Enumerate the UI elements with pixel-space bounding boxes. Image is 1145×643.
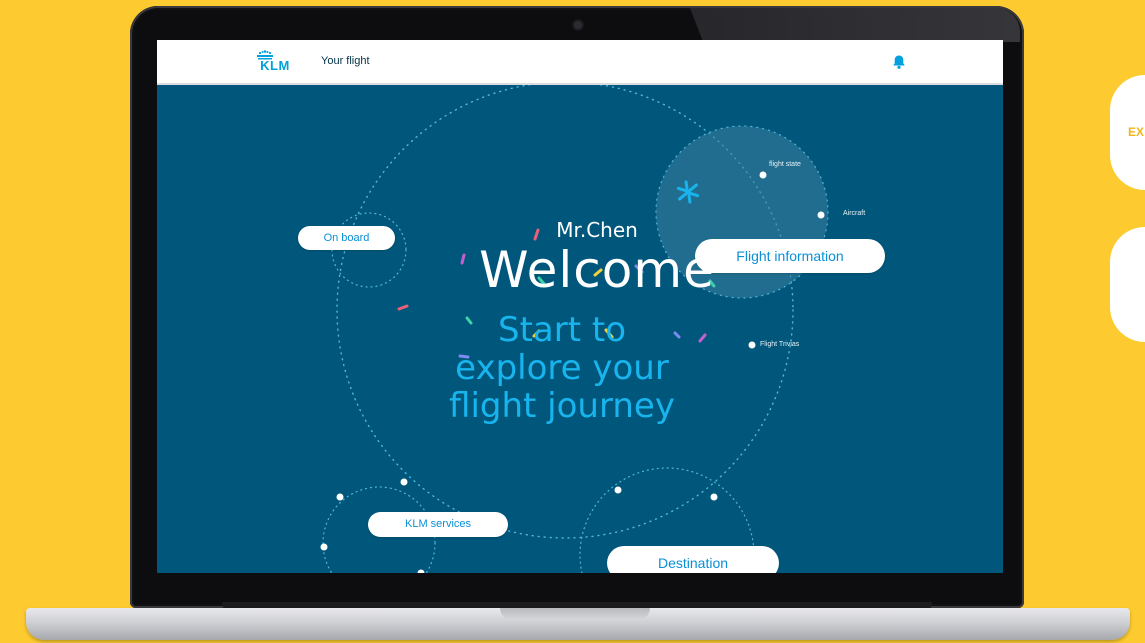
flight-state-label[interactable]: flight state [769, 161, 801, 168]
welcome-headline: Welcome [479, 241, 715, 299]
side-card-bottom[interactable] [1110, 227, 1145, 342]
klm-services-button[interactable]: KLM services [368, 512, 508, 537]
klm-logo[interactable]: KLM [254, 50, 296, 76]
tagline-line-3: flight journey [449, 386, 675, 426]
header-title: Your flight [321, 55, 370, 67]
destination-button[interactable]: Destination [607, 546, 779, 573]
flight-trivias-label[interactable]: Flight Trivias [760, 341, 799, 348]
tagline: Start to explore your flight journey [407, 311, 717, 425]
lid-glare [690, 8, 1020, 42]
greeting-text: Mr.Chen [556, 218, 638, 242]
aircraft-label[interactable]: Aircraft [843, 210, 865, 217]
app-header: KLM Your flight [157, 40, 1003, 85]
laptop-notch [500, 608, 650, 620]
bell-icon[interactable] [891, 54, 907, 70]
side-card-text: EX [1128, 125, 1145, 139]
tagline-line-2: explore your [455, 348, 669, 388]
tagline-line-1: Start to [498, 310, 626, 350]
on-board-button[interactable]: On board [298, 226, 395, 250]
main-stage: flight state Aircraft Flight Trivias On … [157, 85, 1003, 573]
logo-text: KLM [260, 58, 290, 73]
side-card-top[interactable]: EX [1110, 75, 1145, 190]
webcam [574, 21, 582, 29]
laptop-screen: KLM Your flight flight state Aircraft Fl… [157, 40, 1003, 573]
